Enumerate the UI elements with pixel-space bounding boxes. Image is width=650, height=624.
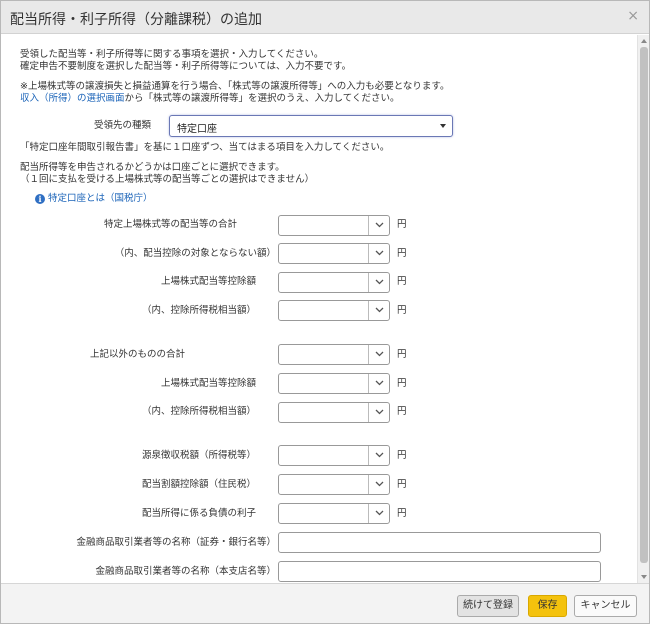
- chevron-down-icon[interactable]: [368, 475, 389, 494]
- yen-unit: 円: [397, 406, 407, 417]
- field-label: （内、控除所得税相当額）: [141, 305, 256, 316]
- specific-account-info-text: 特定口座とは（国税庁）: [48, 193, 153, 204]
- listed-dividend-deduction-input[interactable]: [278, 272, 390, 293]
- chevron-down-icon[interactable]: [368, 374, 389, 393]
- account-type-select[interactable]: 特定口座: [169, 115, 453, 137]
- yen-unit: 円: [397, 248, 407, 259]
- dialog-title: 配当所得・利子所得（分離課税）の追加: [10, 12, 262, 28]
- account-note-3: （１回に支払を受ける上場株式等の配当等ごとの選択はできません）: [20, 174, 315, 185]
- income-selection-link[interactable]: 収入（所得）の選択画面: [20, 93, 125, 104]
- dividend-total-input[interactable]: [278, 215, 390, 236]
- scroll-down-icon[interactable]: [641, 575, 647, 579]
- chevron-down-icon[interactable]: [368, 446, 389, 465]
- chevron-down-icon[interactable]: [368, 301, 389, 320]
- content-scrollbar[interactable]: [637, 35, 649, 583]
- field-label: 源泉徴収税額（所得税等）: [141, 450, 256, 461]
- intro-line-2: 確定申告不要制度を選択した配当等・利子所得等については、入力不要です。: [20, 61, 352, 72]
- account-note-2: 配当所得等を申告されるかどうかは口座ごとに選択できます。: [20, 162, 285, 173]
- account-type-value: 特定口座: [177, 124, 217, 135]
- account-type-label: 受領先の種類: [93, 120, 151, 131]
- chevron-down-icon[interactable]: [368, 504, 389, 523]
- other-total-input[interactable]: [278, 344, 390, 365]
- debt-interest-input[interactable]: [278, 503, 390, 524]
- yen-unit: 円: [397, 508, 407, 519]
- dialog-content: 受領した配当等・利子所得等に関する事項を選択・入力してください。 確定申告不要制…: [1, 35, 637, 583]
- intro-note-2-rest: から「株式等の譲渡所得等」を選択のうえ、入力してください。: [124, 93, 400, 104]
- field-label: （内、配当控除の対象とならない額）: [114, 248, 276, 259]
- chevron-down-icon[interactable]: [368, 345, 389, 364]
- specific-account-info-link[interactable]: i 特定口座とは（国税庁）: [35, 193, 153, 205]
- field-label: （内、控除所得税相当額）: [141, 406, 256, 417]
- yen-unit: 円: [397, 305, 407, 316]
- scroll-up-icon[interactable]: [641, 39, 647, 43]
- broker-name-input[interactable]: [278, 532, 601, 553]
- yen-unit: 円: [397, 349, 407, 360]
- non-credit-amount-input[interactable]: [278, 243, 390, 264]
- dividend-allotment-deduction-input[interactable]: [278, 474, 390, 495]
- yen-unit: 円: [397, 378, 407, 389]
- other-listed-dividend-deduction-input[interactable]: [278, 373, 390, 394]
- branch-name-label: 金融商品取引業者等の名称（本支店名等）: [95, 566, 276, 577]
- dropdown-arrow-icon: [440, 124, 446, 128]
- intro-note-2: 収入（所得）の選択画面から「株式等の譲渡所得等」を選択のうえ、入力してください。: [20, 93, 399, 105]
- scroll-thumb[interactable]: [640, 47, 648, 563]
- income-tax-equivalent-input[interactable]: [278, 300, 390, 321]
- chevron-down-icon[interactable]: [368, 216, 389, 235]
- field-label: 特定上場株式等の配当等の合計: [103, 219, 237, 230]
- dialog-footer: 続けて登録 保存 キャンセル: [1, 583, 649, 623]
- close-icon[interactable]: ×: [627, 8, 639, 24]
- intro-note-1: ※上場株式等の譲渡損失と損益通算を行う場合、「株式等の譲渡所得等」への入力も必要…: [20, 81, 450, 92]
- cancel-button[interactable]: キャンセル: [574, 595, 637, 617]
- field-label: 上記以外のものの合計: [89, 349, 185, 360]
- dialog-titlebar: 配当所得・利子所得（分離課税）の追加 ×: [1, 1, 649, 34]
- branch-name-input[interactable]: [278, 561, 601, 582]
- field-label: 上場株式配当等控除額: [160, 276, 256, 287]
- field-label: 配当割額控除額（住民税）: [141, 479, 256, 490]
- withholding-tax-input[interactable]: [278, 445, 390, 466]
- chevron-down-icon[interactable]: [368, 403, 389, 422]
- add-dividend-income-dialog: 配当所得・利子所得（分離課税）の追加 × 受領した配当等・利子所得等に関する事項…: [0, 0, 650, 624]
- field-label: 上場株式配当等控除額: [160, 378, 256, 389]
- field-label: 配当所得に係る負債の利子: [141, 508, 256, 519]
- continue-register-button[interactable]: 続けて登録: [457, 595, 519, 617]
- account-note-1: 「特定口座年間取引報告書」を基に１口座ずつ、当てはまる項目を入力してください。: [20, 142, 390, 153]
- chevron-down-icon[interactable]: [368, 244, 389, 263]
- broker-name-label: 金融商品取引業者等の名称（証券・銀行名等）: [76, 537, 276, 548]
- save-button[interactable]: 保存: [528, 595, 567, 617]
- other-income-tax-equivalent-input[interactable]: [278, 402, 390, 423]
- yen-unit: 円: [397, 276, 407, 287]
- intro-line-1: 受領した配当等・利子所得等に関する事項を選択・入力してください。: [20, 49, 324, 60]
- chevron-down-icon[interactable]: [368, 273, 389, 292]
- yen-unit: 円: [397, 479, 407, 490]
- info-icon: i: [35, 194, 45, 204]
- yen-unit: 円: [397, 450, 407, 461]
- yen-unit: 円: [397, 219, 407, 230]
